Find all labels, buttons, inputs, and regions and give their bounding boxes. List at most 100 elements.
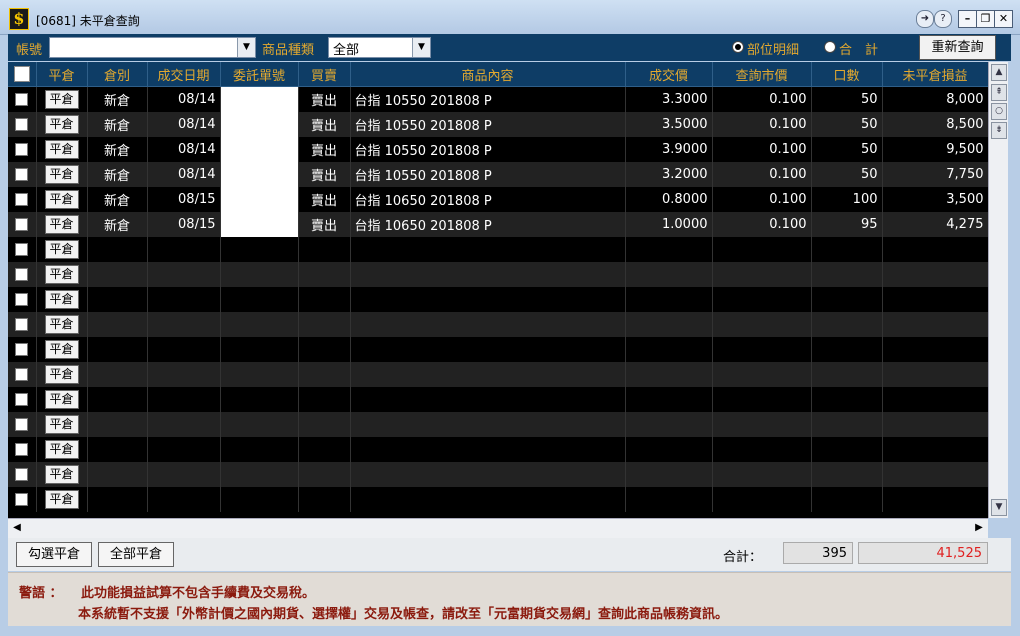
row-checkbox[interactable] xyxy=(15,243,29,256)
account-select[interactable]: ▼ xyxy=(49,37,256,58)
close-cell[interactable]: 平倉 xyxy=(36,212,88,237)
close-cell[interactable]: 平倉 xyxy=(36,237,88,262)
row-checkbox[interactable] xyxy=(15,393,29,406)
row-select-cell[interactable] xyxy=(8,112,37,137)
close-position-button[interactable]: 平倉 xyxy=(44,390,79,409)
radio-detail-label[interactable]: 部位明細 xyxy=(747,39,799,58)
table-row[interactable]: 平倉 xyxy=(8,387,988,412)
row-select-cell[interactable] xyxy=(8,187,37,212)
row-select-cell[interactable] xyxy=(8,437,37,462)
close-cell[interactable]: 平倉 xyxy=(36,162,88,187)
minimize-button[interactable]: – xyxy=(958,10,977,28)
table-row[interactable]: 平倉 xyxy=(8,262,988,287)
table-row[interactable]: 平倉 xyxy=(8,287,988,312)
scroll-center-icon[interactable]: ○ xyxy=(991,103,1007,120)
help-icon[interactable]: ? xyxy=(934,10,952,28)
row-checkbox[interactable] xyxy=(15,368,29,381)
close-position-button[interactable]: 平倉 xyxy=(44,315,79,334)
table-row[interactable]: 平倉 xyxy=(8,337,988,362)
row-select-cell[interactable] xyxy=(8,287,37,312)
close-cell[interactable]: 平倉 xyxy=(36,112,88,137)
table-row[interactable]: 平倉 新倉 08/14 賣出 台指 10550 201808 P 3.3000 0.100 5… xyxy=(8,86,988,112)
chevron-down-icon[interactable]: ▼ xyxy=(412,38,430,57)
row-checkbox[interactable] xyxy=(15,93,29,106)
radio-total[interactable] xyxy=(824,41,836,53)
vertical-scrollbar[interactable]: ▲ ⇞ ○ ⇟ ▼ xyxy=(988,62,1008,518)
row-checkbox[interactable] xyxy=(15,493,29,506)
close-position-button[interactable]: 平倉 xyxy=(44,190,79,209)
product-type-select[interactable]: 全部 ▼ xyxy=(328,37,431,58)
row-checkbox[interactable] xyxy=(15,418,29,431)
radio-detail[interactable] xyxy=(732,41,744,53)
close-cell[interactable]: 平倉 xyxy=(36,137,88,162)
row-select-cell[interactable] xyxy=(8,412,37,437)
row-select-cell[interactable] xyxy=(8,312,37,337)
row-select-cell[interactable] xyxy=(8,162,37,187)
close-position-button[interactable]: 平倉 xyxy=(44,115,79,134)
row-checkbox[interactable] xyxy=(15,193,29,206)
table-row[interactable]: 平倉 xyxy=(8,487,988,512)
row-checkbox[interactable] xyxy=(15,218,29,231)
row-select-cell[interactable] xyxy=(8,362,37,387)
select-all-checkbox[interactable] xyxy=(13,66,30,82)
close-position-button[interactable]: 平倉 xyxy=(44,240,79,259)
row-select-cell[interactable] xyxy=(8,137,37,162)
table-row[interactable]: 平倉 新倉 08/15 賣出 台指 10650 201808 P 1.0000 0.100 9… xyxy=(8,212,988,237)
row-checkbox[interactable] xyxy=(15,468,29,481)
radio-total-label[interactable]: 合 計 xyxy=(839,39,878,58)
row-select-cell[interactable] xyxy=(8,337,37,362)
row-checkbox[interactable] xyxy=(15,318,29,331)
table-row[interactable]: 平倉 xyxy=(8,462,988,487)
close-position-button[interactable]: 平倉 xyxy=(44,490,79,509)
scroll-down-icon[interactable]: ▼ xyxy=(991,499,1007,516)
row-select-cell[interactable] xyxy=(8,387,37,412)
row-checkbox[interactable] xyxy=(15,343,29,356)
row-select-cell[interactable] xyxy=(8,237,37,262)
close-cell[interactable]: 平倉 xyxy=(36,462,88,487)
table-row[interactable]: 平倉 xyxy=(8,362,988,387)
table-row[interactable]: 平倉 新倉 08/14 賣出 台指 10550 201808 P 3.2000 0.100 5… xyxy=(8,162,988,187)
close-position-button[interactable]: 平倉 xyxy=(44,90,79,109)
close-cell[interactable]: 平倉 xyxy=(36,312,88,337)
table-row[interactable]: 平倉 新倉 08/14 賣出 台指 10550 201808 P 3.9000 0.100 5… xyxy=(8,137,988,162)
close-cell[interactable]: 平倉 xyxy=(36,362,88,387)
scroll-up-icon[interactable]: ▲ xyxy=(991,64,1007,81)
close-cell[interactable]: 平倉 xyxy=(36,86,88,112)
close-position-button[interactable]: 平倉 xyxy=(44,340,79,359)
refresh-button[interactable]: 重新查詢 xyxy=(919,35,996,60)
close-position-button[interactable]: 平倉 xyxy=(44,165,79,184)
row-checkbox[interactable] xyxy=(15,268,29,281)
table-row[interactable]: 平倉 xyxy=(8,437,988,462)
close-cell[interactable]: 平倉 xyxy=(36,387,88,412)
row-checkbox[interactable] xyxy=(15,168,29,181)
close-cell[interactable]: 平倉 xyxy=(36,187,88,212)
close-position-button[interactable]: 平倉 xyxy=(44,365,79,384)
close-position-button[interactable]: 平倉 xyxy=(44,140,79,159)
select-all-header[interactable] xyxy=(8,62,37,87)
scroll-right-icon[interactable]: ▶ xyxy=(972,521,986,535)
close-position-button[interactable]: 平倉 xyxy=(44,465,79,484)
row-select-cell[interactable] xyxy=(8,212,37,237)
maximize-button[interactable]: ❐ xyxy=(976,10,995,28)
table-row[interactable]: 平倉 xyxy=(8,237,988,262)
table-row[interactable]: 平倉 新倉 08/15 賣出 台指 10650 201808 P 0.8000 0.100 1… xyxy=(8,187,988,212)
close-cell[interactable]: 平倉 xyxy=(36,437,88,462)
page-up-icon[interactable]: ⇞ xyxy=(991,84,1007,101)
forward-icon[interactable]: ➜ xyxy=(916,10,934,28)
close-position-button[interactable]: 平倉 xyxy=(44,215,79,234)
table-row[interactable]: 平倉 xyxy=(8,412,988,437)
chevron-down-icon[interactable]: ▼ xyxy=(237,38,255,57)
close-position-button[interactable]: 平倉 xyxy=(44,440,79,459)
close-all-button[interactable]: 全部平倉 xyxy=(98,542,174,567)
table-row[interactable]: 平倉 新倉 08/14 賣出 台指 10550 201808 P 3.5000 0.100 5… xyxy=(8,112,988,137)
row-select-cell[interactable] xyxy=(8,487,37,512)
row-checkbox[interactable] xyxy=(15,118,29,131)
row-checkbox[interactable] xyxy=(15,143,29,156)
close-position-button[interactable]: 平倉 xyxy=(44,265,79,284)
close-cell[interactable]: 平倉 xyxy=(36,487,88,512)
row-select-cell[interactable] xyxy=(8,262,37,287)
table-row[interactable]: 平倉 xyxy=(8,312,988,337)
row-select-cell[interactable] xyxy=(8,86,37,112)
row-checkbox[interactable] xyxy=(15,293,29,306)
close-cell[interactable]: 平倉 xyxy=(36,412,88,437)
